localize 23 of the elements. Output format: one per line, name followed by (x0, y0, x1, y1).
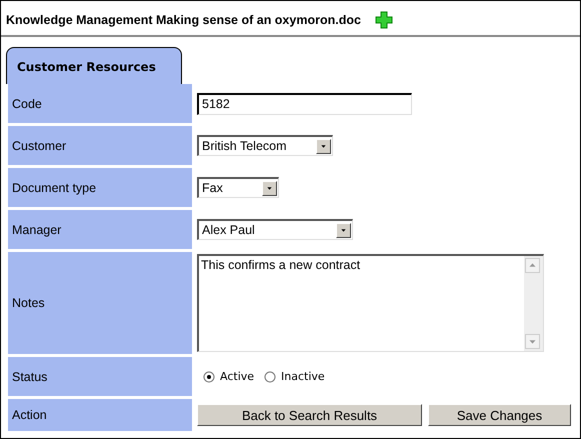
scroll-up-icon[interactable] (525, 258, 540, 273)
dropdown[interactable]: British Telecom (197, 135, 333, 156)
field-label: Status (8, 357, 192, 396)
dropdown[interactable]: Fax (197, 177, 279, 198)
document-title: Knowledge Management Making sense of an oxymoron.doc (6, 13, 361, 27)
code-field[interactable]: 5182 (197, 92, 412, 114)
scroll-down-icon[interactable] (525, 334, 540, 349)
radio-label: Inactive (281, 370, 325, 383)
field-label: Document type (8, 168, 192, 207)
radio-button[interactable] (264, 370, 276, 382)
field-label: Notes (8, 252, 192, 354)
radio-button[interactable] (203, 370, 215, 382)
back-button[interactable]: Back to Search Results (197, 404, 422, 426)
field-label: Customer (8, 126, 192, 165)
field-label: Action (8, 399, 192, 431)
field-label: Code (8, 84, 192, 123)
field-label: Manager (8, 210, 192, 249)
save-button[interactable]: Save Changes (428, 404, 571, 426)
dropdown[interactable]: Alex Paul (197, 219, 353, 240)
radio-label: Active (220, 370, 254, 383)
notes-field[interactable]: This confirms a new contract (197, 254, 544, 352)
tab[interactable]: Customer Resources (6, 47, 182, 84)
add-icon[interactable] (374, 11, 393, 29)
